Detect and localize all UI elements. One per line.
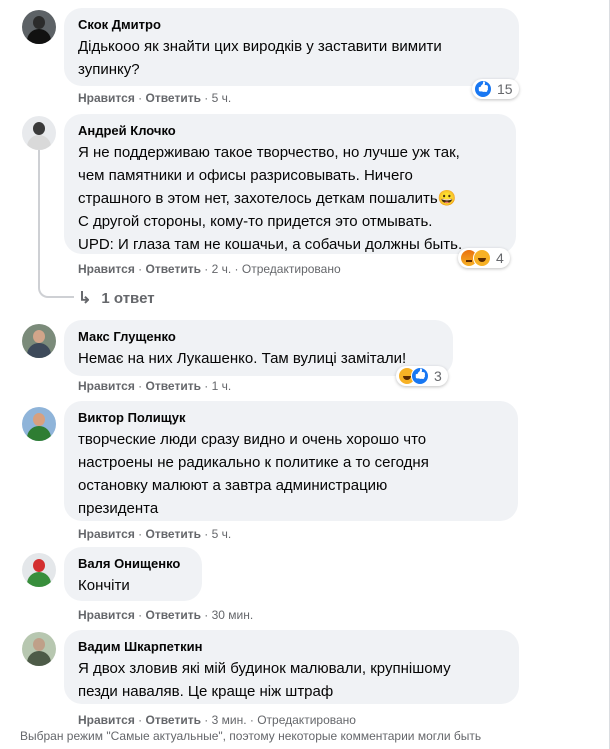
like-icon — [411, 367, 429, 385]
reaction-count: 15 — [497, 81, 513, 97]
reply-link[interactable]: Ответить — [146, 262, 201, 276]
edited-label: Отредактировано — [241, 262, 341, 276]
timestamp[interactable]: 5 ч. — [212, 91, 232, 105]
comment-actions: Нравится · Ответить · 5 ч. — [78, 91, 232, 105]
comment-bubble: Скок Дмитро Дідькооо як знайти цих вирод… — [64, 8, 519, 86]
reaction-summary[interactable]: 15 — [472, 79, 519, 99]
like-link[interactable]: Нравится — [78, 608, 135, 622]
haha-icon — [473, 249, 491, 267]
comment-bubble: Валя Онищенко Кончіти — [64, 547, 202, 601]
view-replies-button[interactable]: ↳ 1 ответ — [78, 288, 155, 308]
comment-author[interactable]: Валя Онищенко — [78, 555, 189, 572]
comment-text: Немає на них Лукашенко. Там вулиці заміт… — [78, 350, 407, 367]
like-link[interactable]: Нравится — [78, 527, 135, 541]
comment-author[interactable]: Скок Дмитро — [78, 16, 506, 33]
comment-bubble: Андрей Клочко Я не поддерживаю такое тво… — [64, 114, 516, 254]
comment-actions: Нравится · Ответить · 30 мин. — [78, 608, 254, 622]
comment-author[interactable]: Андрей Клочко — [78, 122, 503, 139]
timestamp[interactable]: 1 ч. — [212, 379, 232, 393]
comment-bubble: Виктор Полищук творческие люди сразу вид… — [64, 401, 518, 521]
timestamp[interactable]: 3 мин. — [212, 713, 247, 727]
timestamp[interactable]: 30 мин. — [212, 608, 254, 622]
reply-link[interactable]: Ответить — [146, 527, 201, 541]
comment-text: Я двох зловив які мій будинок малювали, … — [78, 660, 451, 700]
avatar[interactable] — [22, 553, 56, 587]
replies-count: 1 ответ — [101, 289, 155, 307]
comment-author[interactable]: Макс Глущенко — [78, 328, 440, 345]
comment-author[interactable]: Вадим Шкарпеткин — [78, 638, 506, 655]
edited-label: Отредактировано — [257, 713, 356, 727]
comment-text: Кончіти — [78, 577, 130, 594]
like-link[interactable]: Нравится — [78, 713, 135, 727]
comment-author[interactable]: Виктор Полищук — [78, 409, 505, 426]
comment-text: Дідькооо як знайти цих виродків у застав… — [78, 38, 442, 78]
comment-text: Я не поддерживаю такое творчество, но лу… — [78, 144, 463, 253]
reply-link[interactable]: Ответить — [146, 379, 201, 393]
comment-bubble: Макс Глущенко Немає на них Лукашенко. Та… — [64, 320, 453, 376]
avatar[interactable] — [22, 407, 56, 441]
like-link[interactable]: Нравится — [78, 262, 135, 276]
like-link[interactable]: Нравится — [78, 379, 135, 393]
reply-link[interactable]: Ответить — [146, 608, 201, 622]
comment-actions: Нравится · Ответить · 1 ч. — [78, 379, 232, 393]
reply-link[interactable]: Ответить — [146, 91, 201, 105]
avatar[interactable] — [22, 116, 56, 150]
reply-arrow-icon: ↳ — [78, 290, 92, 307]
reaction-summary[interactable]: 4 — [458, 248, 510, 268]
comment-text: творческие люди сразу видно и очень хоро… — [78, 431, 429, 517]
like-icon — [474, 80, 492, 98]
comment-actions: Нравится · Ответить · 3 мин. · Отредакти… — [78, 713, 356, 727]
reaction-count: 4 — [496, 250, 504, 266]
like-link[interactable]: Нравится — [78, 91, 135, 105]
comment-bubble: Вадим Шкарпеткин Я двох зловив які мій б… — [64, 630, 519, 704]
timestamp[interactable]: 5 ч. — [212, 527, 232, 541]
comment-actions: Нравится · Ответить · 5 ч. — [78, 527, 232, 541]
avatar[interactable] — [22, 324, 56, 358]
reply-link[interactable]: Ответить — [146, 713, 201, 727]
avatar[interactable] — [22, 10, 56, 44]
comment-actions: Нравится · Ответить · 2 ч. · Отредактиро… — [78, 262, 341, 276]
timestamp[interactable]: 2 ч. — [212, 262, 232, 276]
avatar[interactable] — [22, 632, 56, 666]
reaction-summary[interactable]: 3 — [396, 366, 448, 386]
reaction-count: 3 — [434, 368, 442, 384]
sort-mode-notice: Выбран режим "Самые актуальные", поэтому… — [20, 729, 482, 743]
